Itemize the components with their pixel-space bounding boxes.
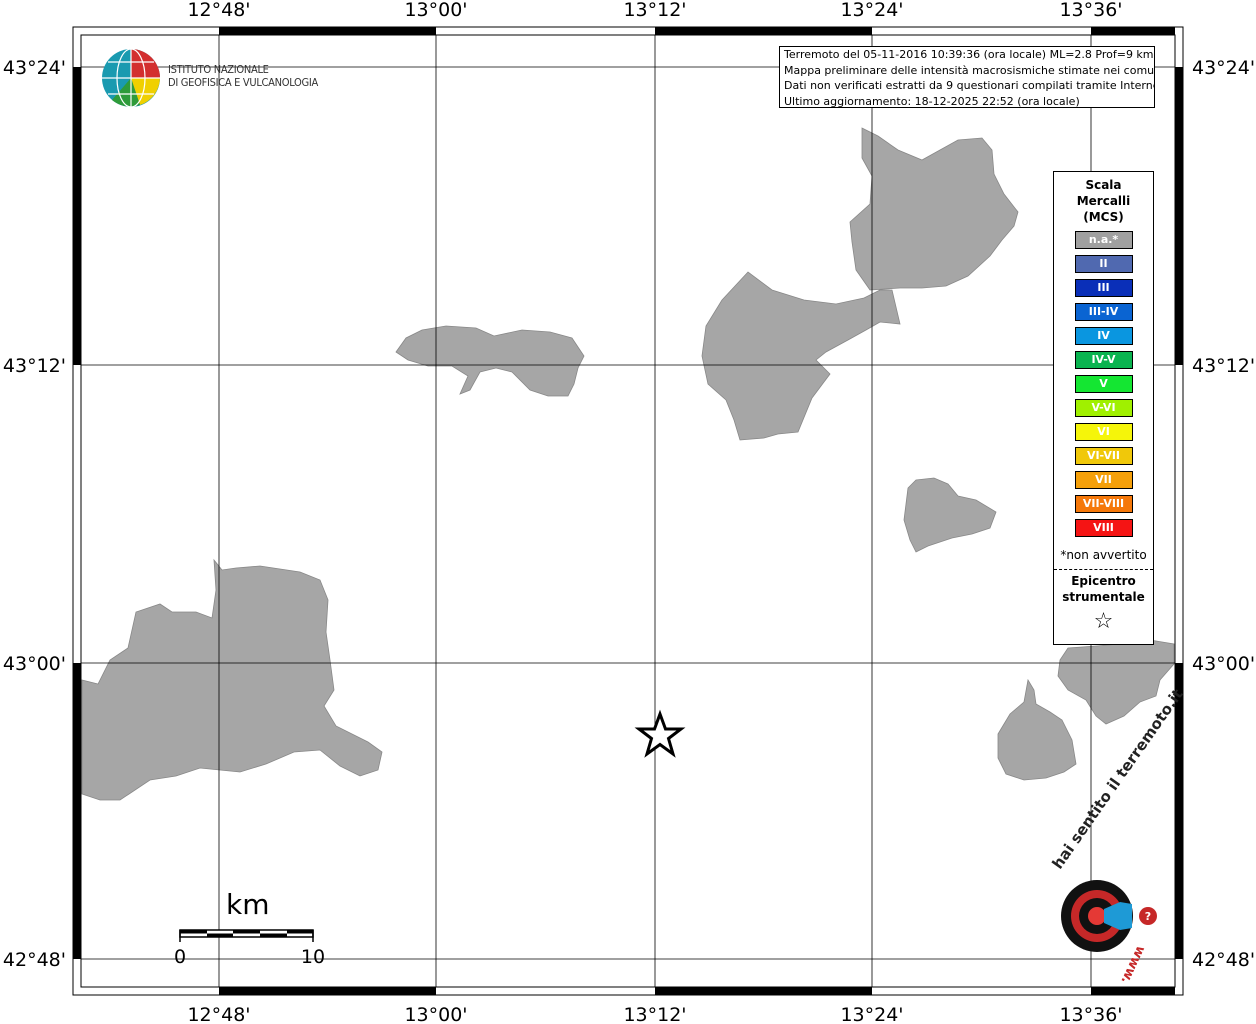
- legend-items: n.a.* II III III-IV IV IV-V V V-VI VI VI-VII VII VI…: [1054, 231, 1153, 537]
- lon-label-bottom: 12°48': [187, 1004, 250, 1024]
- info-line-3: Dati non verificati estratti da 9 questi…: [784, 79, 1155, 92]
- legend-item: VII: [1074, 471, 1133, 489]
- lon-label-top: 13°00': [404, 0, 467, 21]
- lat-label-left: 42°48': [3, 949, 66, 971]
- lat-label-left: 43°00': [3, 653, 66, 675]
- legend-item: III: [1074, 279, 1133, 297]
- lat-label-right: 42°48': [1192, 949, 1255, 971]
- lon-label-top: 12°48': [187, 0, 250, 21]
- lon-label-bottom: 13°24': [840, 1004, 903, 1024]
- legend-title: Scala Mercalli (MCS): [1076, 178, 1131, 224]
- info-line-1: Terremoto del 05-11-2016 10:39:36 (ora l…: [784, 48, 1154, 61]
- lat-label-right: 43°24': [1192, 57, 1255, 79]
- lon-labels-top: 12°48' 13°00' 13°12' 13°24' 13°36': [187, 0, 1122, 21]
- legend-item: IV-V: [1074, 351, 1133, 369]
- badge-question-icon: ?: [1145, 910, 1151, 923]
- lat-labels-left: 43°24' 43°12' 43°00' 42°48': [3, 57, 66, 971]
- info-line-4: Ultimo aggiornamento: 18-12-2025 22:52 (…: [784, 94, 1080, 108]
- info-box: Terremoto del 05-11-2016 10:39:36 (ora l…: [779, 46, 1155, 108]
- logo-line-1: ISTITUTO NAZIONALE: [168, 63, 269, 76]
- lon-labels-bottom: 12°48' 13°00' 13°12' 13°24' 13°36': [187, 1004, 1122, 1024]
- legend-item: VI-VII: [1074, 447, 1133, 465]
- legend-item: V-VI: [1074, 399, 1133, 417]
- lon-label-top: 13°12': [623, 0, 686, 21]
- lon-label-top: 13°24': [840, 0, 903, 21]
- legend-item: VII-VIII: [1074, 495, 1133, 513]
- ingv-globe-icon: [102, 48, 160, 108]
- info-line-2: Mappa preliminare delle intensità macros…: [784, 63, 1155, 77]
- lon-label-top: 13°36': [1059, 0, 1122, 21]
- legend-item: IV: [1074, 327, 1133, 345]
- lat-label-left: 43°24': [3, 57, 66, 79]
- legend-note: *non avvertito: [1060, 548, 1147, 562]
- ingv-logo-text: ISTITUTO NAZIONALE DI GEOFISICA E VULCAN…: [168, 63, 318, 89]
- scale-unit-label: km: [226, 888, 270, 921]
- logo-line-2: DI GEOFISICA E VULCANOLOGIA: [168, 76, 318, 89]
- lat-label-left: 43°12': [3, 355, 66, 377]
- lat-label-right: 43°00': [1192, 653, 1255, 675]
- legend-epicenter-label: Epicentro strumentale: [1062, 574, 1145, 604]
- scale-max-label: 10: [301, 946, 325, 968]
- mcs-legend: Scala Mercalli (MCS) n.a.* II III III-IV IV I…: [1053, 171, 1154, 645]
- lon-label-bottom: 13°00': [404, 1004, 467, 1024]
- legend-item: V: [1074, 375, 1133, 393]
- lat-labels-right: 43°24' 43°12' 43°00' 42°48': [1192, 57, 1255, 971]
- legend-divider: [1054, 569, 1153, 570]
- lat-label-right: 43°12': [1192, 355, 1255, 377]
- legend-item: VIII: [1074, 519, 1133, 537]
- legend-item: n.a.*: [1074, 231, 1133, 249]
- map-area: [80, 34, 1176, 988]
- legend-item: VI: [1074, 423, 1133, 441]
- legend-item: II: [1074, 255, 1133, 273]
- legend-star-icon: ☆: [1093, 609, 1114, 634]
- legend-item: III-IV: [1074, 303, 1133, 321]
- lon-label-bottom: 13°36': [1059, 1004, 1122, 1024]
- scale-min-label: 0: [174, 946, 186, 968]
- lon-label-bottom: 13°12': [623, 1004, 686, 1024]
